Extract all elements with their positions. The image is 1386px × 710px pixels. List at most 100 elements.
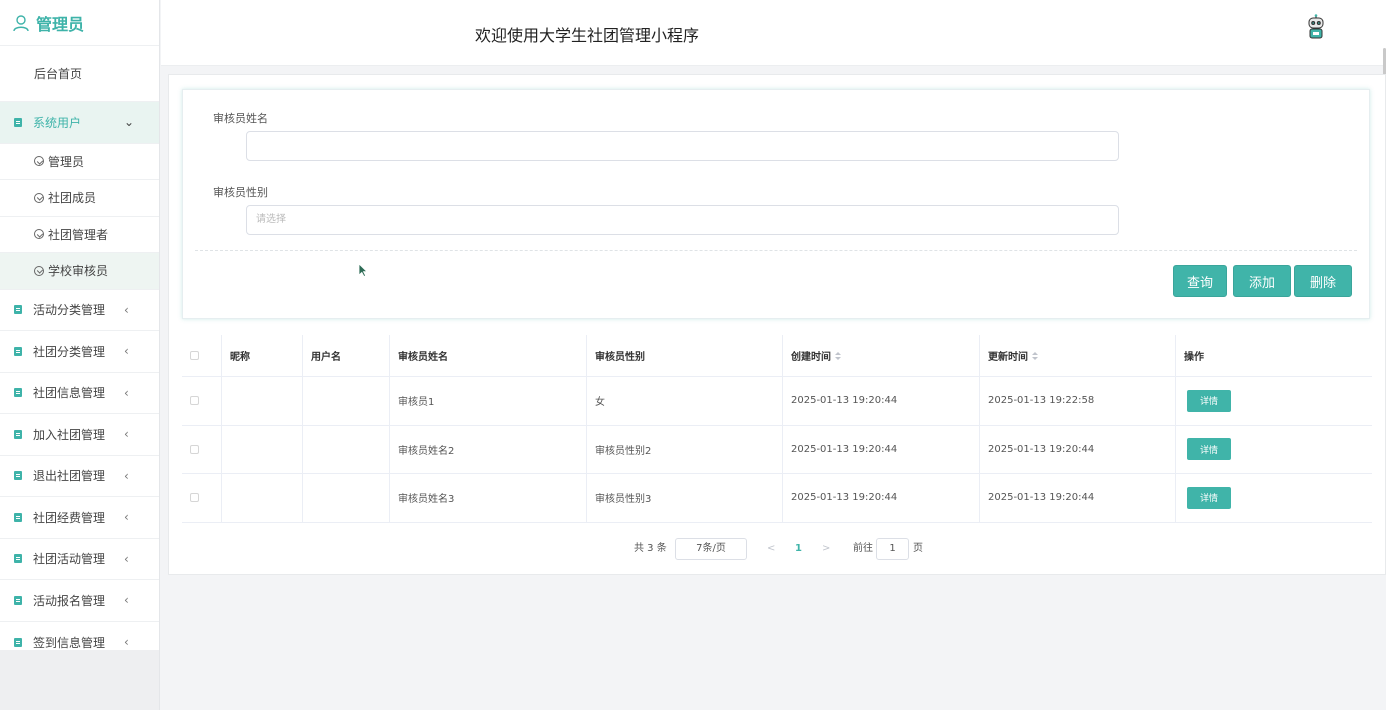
detail-button[interactable]: 详情 <box>1187 438 1231 461</box>
chevron-left-icon: ‹ <box>124 468 129 483</box>
document-icon <box>14 512 22 522</box>
check-circle-icon <box>34 192 44 203</box>
sidebar-subitem-members[interactable]: 社团成员 <box>0 180 159 217</box>
name-cell: 审核员姓名2 <box>390 425 587 473</box>
delete-button[interactable]: 删除 <box>1294 265 1352 297</box>
chevron-down-icon: ⌄ <box>124 115 135 129</box>
sidebar-brand: 管理员 <box>0 0 159 46</box>
updated-cell: 2025-01-13 19:22:58 <box>980 377 1176 425</box>
sort-icon[interactable] <box>1032 351 1038 360</box>
document-icon <box>14 305 22 315</box>
created-cell: 2025-01-13 19:20:44 <box>783 474 980 522</box>
sidebar-item-activity-signup[interactable]: 活动报名管理 ‹ <box>0 580 159 622</box>
document-icon <box>14 595 22 605</box>
document-icon <box>14 429 22 439</box>
page-size-select[interactable]: 7条/页 <box>675 538 747 560</box>
name-label: 审核员姓名 <box>213 112 268 125</box>
updated-cell: 2025-01-13 19:20:44 <box>980 474 1176 522</box>
sidebar-item-activity-category[interactable]: 活动分类管理 ‹ <box>0 290 159 331</box>
action-cell: 详情 <box>1176 474 1372 522</box>
row-checkbox[interactable] <box>190 444 199 454</box>
nickname-cell <box>222 377 303 425</box>
username-cell <box>303 377 390 425</box>
column-header-updated[interactable]: 更新时间 <box>980 335 1176 376</box>
robot-avatar-icon[interactable] <box>1306 14 1326 40</box>
user-icon <box>13 14 29 31</box>
sidebar-item-club-funds[interactable]: 社团经费管理 ‹ <box>0 497 159 539</box>
select-all-checkbox[interactable] <box>190 351 199 360</box>
updated-cell: 2025-01-13 19:20:44 <box>980 425 1176 473</box>
sidebar-item-label: 退出社团管理 <box>33 469 106 484</box>
sidebar-subitem-managers[interactable]: 社团管理者 <box>0 217 159 253</box>
document-icon <box>14 554 22 564</box>
document-icon <box>14 388 22 398</box>
sidebar-item-label: 签到信息管理 <box>33 635 106 650</box>
subitem-label: 管理员 <box>48 154 85 169</box>
name-input[interactable] <box>246 131 1119 161</box>
page-title: 欢迎使用大学生社团管理小程序 <box>475 26 700 45</box>
column-header-created[interactable]: 创建时间 <box>783 335 980 376</box>
check-circle-icon <box>34 265 44 276</box>
pagination-total: 共 3 条 <box>634 543 667 554</box>
created-cell: 2025-01-13 19:20:44 <box>783 377 980 425</box>
brand-label: 管理员 <box>36 14 85 34</box>
sidebar-subitem-reviewers[interactable]: 学校审核员 <box>0 253 159 290</box>
sort-icon[interactable] <box>835 351 841 360</box>
chevron-left-icon: ‹ <box>124 344 129 358</box>
nickname-cell <box>222 474 303 522</box>
goto-suffix: 页 <box>913 543 923 554</box>
sidebar-item-checkin-info[interactable]: 签到信息管理 ‹ <box>0 622 159 664</box>
gender-cell: 女 <box>587 377 783 425</box>
sidebar-subitem-admin[interactable]: 管理员 <box>0 144 159 180</box>
gender-cell: 审核员性别2 <box>587 425 783 473</box>
sidebar-item-club-category[interactable]: 社团分类管理 ‹ <box>0 331 159 373</box>
sidebar-item-label: 系统用户 <box>33 115 82 130</box>
detail-button[interactable]: 详情 <box>1187 486 1231 509</box>
nickname-cell <box>222 425 303 473</box>
sidebar-item-system-users[interactable]: 系统用户 ⌄ <box>0 102 159 144</box>
sidebar: 管理员 后台首页 系统用户 ⌄ 管理员 社团成员 社团管理者 学校审核员 活动分… <box>0 0 160 710</box>
row-checkbox[interactable] <box>190 493 199 503</box>
goto-prefix: 前往 <box>853 543 873 554</box>
sidebar-item-label: 社团信息管理 <box>33 386 106 401</box>
name-cell: 审核员1 <box>390 377 587 425</box>
detail-button[interactable]: 详情 <box>1187 389 1231 412</box>
created-cell: 2025-01-13 19:20:44 <box>783 425 980 473</box>
sidebar-item-quit-club[interactable]: 退出社团管理 ‹ <box>0 456 159 497</box>
action-cell: 详情 <box>1176 426 1372 474</box>
action-cell: 详情 <box>1176 377 1372 425</box>
sidebar-item-label: 社团活动管理 <box>33 552 106 567</box>
sidebar-item-join-club[interactable]: 加入社团管理 ‹ <box>0 414 159 456</box>
chevron-left-icon: ‹ <box>124 302 129 317</box>
chevron-left-icon: ‹ <box>124 634 129 649</box>
goto-page-input[interactable]: 1 <box>876 538 909 560</box>
table-row: 审核员姓名3 审核员性别3 2025-01-13 19:20:44 2025-0… <box>182 474 1372 523</box>
main-content: 审核员姓名 审核员性别 请选择 查询 添加 删除 昵称 用户名 审核员姓名 审核… <box>168 74 1386 575</box>
subitem-label: 社团管理者 <box>48 227 109 242</box>
query-button[interactable]: 查询 <box>1173 265 1227 297</box>
next-page-button[interactable]: > <box>822 538 830 560</box>
table-row: 审核员姓名2 审核员性别2 2025-01-13 19:20:44 2025-0… <box>182 425 1372 474</box>
chevron-left-icon: ‹ <box>124 427 129 441</box>
sidebar-menu: 管理员 后台首页 系统用户 ⌄ 管理员 社团成员 社团管理者 学校审核员 活动分… <box>0 0 159 650</box>
column-header: 操作 <box>1184 352 1204 363</box>
add-button[interactable]: 添加 <box>1233 265 1291 297</box>
row-checkbox[interactable] <box>190 396 199 406</box>
sidebar-item-label: 活动报名管理 <box>33 593 106 608</box>
chevron-left-icon: ‹ <box>124 510 129 524</box>
document-icon <box>14 637 22 647</box>
current-page[interactable]: 1 <box>795 538 802 560</box>
subitem-label: 社团成员 <box>48 191 97 206</box>
sidebar-item-club-activities[interactable]: 社团活动管理 ‹ <box>0 539 159 580</box>
mouse-cursor-icon <box>358 263 368 277</box>
form-divider <box>195 250 1357 251</box>
sidebar-item-club-info[interactable]: 社团信息管理 ‹ <box>0 373 159 414</box>
name-cell: 审核员姓名3 <box>390 474 587 522</box>
prev-page-button[interactable]: < <box>767 538 775 560</box>
gender-cell: 审核员性别3 <box>587 474 783 522</box>
sidebar-item-home[interactable]: 后台首页 <box>0 46 159 102</box>
pagination: 共 3 条 7条/页 < 1 > 前往 1 页 <box>169 538 1386 562</box>
check-circle-icon <box>34 156 44 167</box>
column-header: 用户名 <box>303 335 390 376</box>
gender-select[interactable]: 请选择 <box>246 205 1119 235</box>
